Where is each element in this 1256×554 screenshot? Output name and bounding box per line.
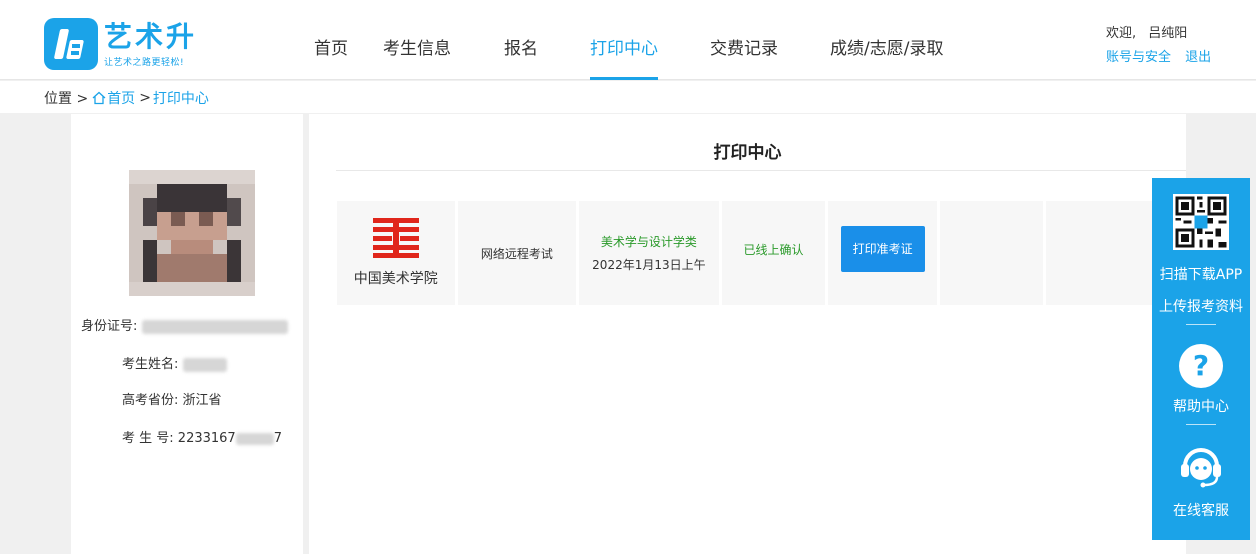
- empty-cell: [939, 201, 1043, 305]
- scan-download-app-link[interactable]: 扫描下载APP: [1152, 264, 1250, 284]
- nav-item-results[interactable]: 成绩/志愿/录取: [830, 0, 943, 80]
- table-row: 中国美术学院 网络远程考试 美术学与设计学类 2022年1月13日上午 已线上确…: [337, 201, 1187, 305]
- name-row: 考生姓名:: [122, 353, 227, 372]
- school-cell: 中国美术学院: [337, 201, 455, 305]
- greeting-text: 欢迎,: [1106, 26, 1137, 41]
- brand-slogan: 让艺术之路更轻松!: [104, 57, 185, 68]
- online-service-link[interactable]: 在线客服: [1152, 500, 1250, 520]
- school-logo-icon: [372, 218, 419, 258]
- brand-logo-icon: [44, 18, 98, 70]
- avatar: [129, 170, 255, 296]
- breadcrumb-bar: 位置 > 首页 > 打印中心: [0, 81, 1256, 113]
- help-icon[interactable]: ?: [1179, 344, 1223, 388]
- id-number-redacted: [141, 319, 288, 334]
- brand-logo[interactable]: 艺术升 让艺术之路更轻松!: [44, 18, 197, 70]
- sidebar-divider: [1186, 424, 1216, 425]
- major-cell: 美术学与设计学类 2022年1月13日上午: [579, 201, 719, 305]
- province-row: 高考省份: 浙江省: [122, 389, 222, 408]
- id-number-row: 身份证号:: [81, 315, 288, 334]
- breadcrumb-separator: >: [139, 90, 151, 106]
- home-icon[interactable]: [92, 91, 106, 105]
- user-name: 吕纯阳: [1148, 26, 1188, 41]
- title-divider: [336, 170, 1186, 171]
- account-security-link[interactable]: 账号与安全: [1106, 50, 1171, 65]
- status-cell: 已线上确认: [721, 201, 826, 305]
- customer-service-icon[interactable]: [1176, 440, 1226, 490]
- help-center-link[interactable]: 帮助中心: [1152, 396, 1250, 416]
- print-center-panel: 打印中心 中国美术学院 网络远程考试 美术学与设计学类 2022年1月13日上午…: [309, 114, 1187, 554]
- exam-number-visible: 2233167: [177, 431, 236, 446]
- breadcrumb-prefix: 位置 >: [44, 91, 89, 107]
- exam-number-label: 考 生 号:: [122, 431, 174, 446]
- breadcrumb-current[interactable]: 打印中心: [153, 88, 209, 108]
- name-redacted: [182, 357, 227, 372]
- exam-date: 2022年1月13日上午: [592, 258, 706, 272]
- exam-type: 网络远程考试: [480, 246, 553, 261]
- exam-type-cell: 网络远程考试: [457, 201, 577, 305]
- main-nav: 首页 考生信息 报名 打印中心 交费记录 成绩/志愿/录取: [300, 0, 943, 80]
- exam-number-redacted: [235, 432, 274, 445]
- nav-item-home[interactable]: 首页: [314, 0, 348, 80]
- id-label: 身份证号:: [81, 319, 138, 334]
- nav-item-student-info[interactable]: 考生信息: [383, 0, 451, 80]
- upload-materials-link[interactable]: 上传报考资料: [1152, 296, 1250, 316]
- nav-item-print-center[interactable]: 打印中心: [590, 0, 658, 80]
- exam-number-tail: 7: [273, 431, 282, 446]
- exam-number-row: 考 生 号: 2233167 7: [122, 427, 282, 446]
- logout-link[interactable]: 退出: [1185, 50, 1211, 65]
- qr-code-icon: [1173, 194, 1229, 250]
- nav-item-payment-records[interactable]: 交费记录: [710, 0, 778, 80]
- print-admission-ticket-button[interactable]: 打印准考证: [840, 226, 925, 272]
- top-header: 艺术升 让艺术之路更轻松! 首页 考生信息 报名 打印中心 交费记录 成绩/志愿…: [0, 0, 1256, 80]
- name-label: 考生姓名:: [122, 357, 179, 372]
- status-badge: 已线上确认: [743, 242, 804, 257]
- breadcrumb-home-link[interactable]: 首页: [107, 88, 135, 108]
- floating-sidebar: 扫描下载APP 上传报考资料 ? 帮助中心 在线客服: [1152, 178, 1250, 540]
- user-box: 欢迎, 吕纯阳 账号与安全 退出: [1106, 22, 1211, 65]
- province-value: 浙江省: [182, 393, 222, 408]
- nav-item-register[interactable]: 报名: [504, 0, 538, 80]
- profile-panel: 身份证号: 考生姓名: 高考省份: 浙江省 考 生 号: 2233167 7: [71, 114, 303, 554]
- brand-name: 艺术升: [104, 19, 198, 53]
- action-cell: 打印准考证: [828, 201, 937, 305]
- major-name: 美术学与设计学类: [600, 235, 697, 249]
- page-title: 打印中心: [713, 143, 782, 163]
- breadcrumb: 位置 > 首页 > 打印中心: [44, 88, 209, 108]
- sidebar-divider: [1186, 324, 1216, 325]
- school-name: 中国美术学院: [353, 271, 438, 287]
- province-label: 高考省份:: [122, 393, 179, 408]
